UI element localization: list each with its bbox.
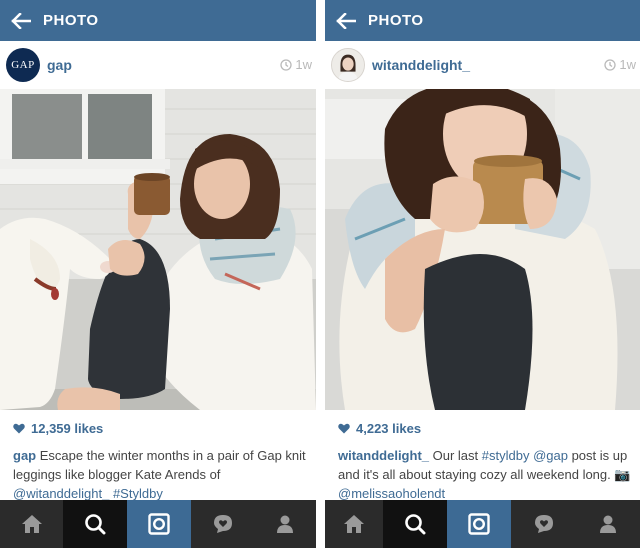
username[interactable]: witanddelight_: [372, 57, 470, 73]
post-header: GAP gap 1w: [0, 41, 316, 89]
caption-mention[interactable]: @gap: [533, 448, 568, 463]
caption-author[interactable]: gap: [13, 448, 36, 463]
caption-hashtag[interactable]: #styldby: [482, 448, 530, 463]
bottom-tab-bar: [325, 500, 640, 548]
clock-icon: [604, 58, 617, 71]
timestamp-text: 1w: [295, 57, 312, 72]
page-title: PHOTO: [368, 12, 424, 29]
back-arrow-icon: [11, 12, 31, 29]
avatar[interactable]: [331, 48, 365, 82]
camera-icon: [148, 513, 170, 535]
tab-profile[interactable]: [254, 500, 316, 548]
clock-icon: [280, 58, 293, 71]
caption-hashtag[interactable]: #Styldby: [113, 486, 163, 501]
home-icon: [21, 515, 42, 533]
app-bar: PHOTO: [325, 0, 640, 41]
likes-count[interactable]: 4,223 likes: [338, 421, 421, 436]
tab-activity[interactable]: [511, 500, 576, 548]
likes-text: 12,359 likes: [31, 421, 104, 436]
search-icon: [85, 514, 106, 535]
speech-heart-icon: [213, 515, 232, 533]
tab-explore[interactable]: [383, 500, 447, 548]
timestamp: 1w: [604, 57, 636, 72]
person-icon: [277, 515, 293, 533]
post-photo[interactable]: [0, 89, 316, 410]
heart-icon: [338, 423, 350, 434]
back-button[interactable]: [325, 0, 367, 41]
tab-activity[interactable]: [191, 500, 254, 548]
app-bar: PHOTO: [0, 0, 316, 41]
panel-divider: [316, 0, 325, 548]
back-button[interactable]: [0, 0, 42, 41]
tab-explore[interactable]: [63, 500, 127, 548]
tab-home[interactable]: [0, 500, 63, 548]
page-title: PHOTO: [43, 12, 99, 29]
likes-text: 4,223 likes: [356, 421, 422, 436]
likes-count[interactable]: 12,359 likes: [13, 421, 103, 436]
post-screen-gap: PHOTO GAP gap 1w 12,359 likes gap Escape…: [0, 0, 316, 548]
speech-heart-icon: [534, 515, 553, 533]
caption-author[interactable]: witanddelight_: [338, 448, 429, 463]
post-caption: witanddelight_ Our last #styldby @gap po…: [338, 446, 634, 503]
timestamp-text: 1w: [619, 57, 636, 72]
home-icon: [344, 515, 364, 533]
search-icon: [405, 514, 426, 535]
heart-icon: [13, 423, 25, 434]
tab-camera[interactable]: [127, 500, 191, 548]
avatar-portrait: [332, 49, 364, 81]
post-caption: gap Escape the winter months in a pair o…: [13, 446, 309, 503]
person-icon: [600, 515, 616, 533]
camera-emoji: 📷: [614, 467, 631, 482]
username[interactable]: gap: [47, 57, 72, 73]
bottom-tab-bar: [0, 500, 316, 548]
post-header: witanddelight_ 1w: [325, 41, 640, 89]
post-photo[interactable]: [325, 89, 640, 410]
caption-text: Escape the winter months in a pair of Ga…: [13, 448, 306, 482]
tab-camera[interactable]: [447, 500, 511, 548]
tab-profile[interactable]: [576, 500, 640, 548]
avatar[interactable]: GAP: [6, 48, 40, 82]
camera-icon: [468, 513, 490, 535]
post-screen-witanddelight: PHOTO witanddelight_ 1w 4,223 likes wita…: [325, 0, 640, 548]
avatar-logo-text: GAP: [11, 59, 35, 71]
caption-mention[interactable]: @melissaoholendt: [338, 486, 445, 501]
caption-text: Our last: [429, 448, 482, 463]
timestamp: 1w: [280, 57, 312, 72]
tab-home[interactable]: [325, 500, 383, 548]
caption-mention[interactable]: @witanddelight_: [13, 486, 109, 501]
back-arrow-icon: [336, 12, 356, 29]
